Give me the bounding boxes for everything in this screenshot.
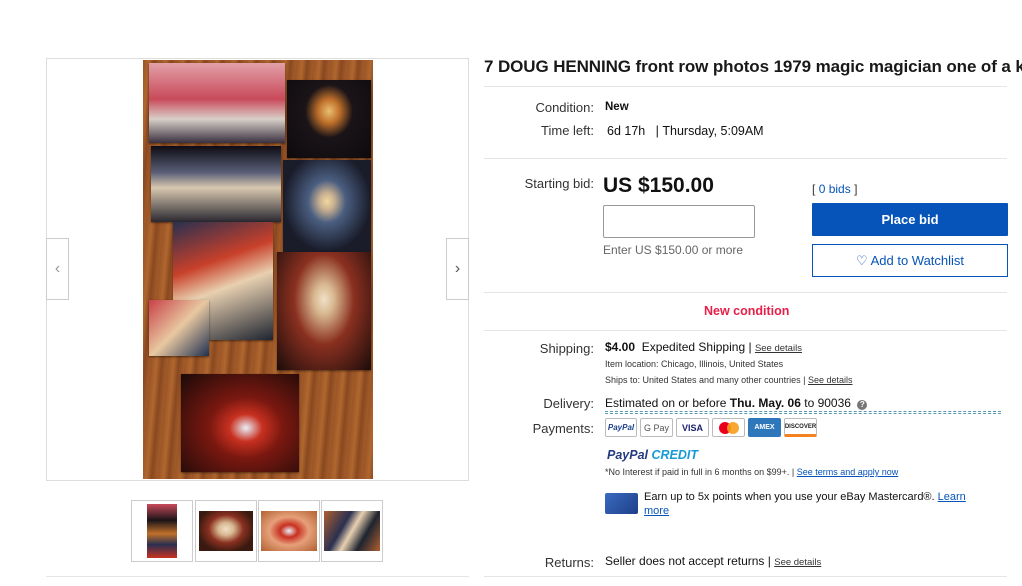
bid-hint: Enter US $150.00 or more [603, 243, 744, 257]
thumbnail-4[interactable] [321, 500, 383, 562]
paypal-logo: PayPal [605, 418, 637, 437]
delivery-date: Thu. May. 06 [729, 396, 801, 410]
divider [484, 158, 1007, 159]
mastercard-promo: Earn up to 5x points when you use your e… [644, 490, 994, 505]
thumbnail-3[interactable] [258, 500, 320, 562]
bid-count: [ 0 bids ] [812, 182, 857, 196]
bid-count-link[interactable]: 0 bids [819, 182, 851, 196]
place-bid-button[interactable]: Place bid [812, 203, 1008, 236]
ships-to: Ships to: United States and many other c… [605, 375, 853, 385]
mastercard-logo [712, 418, 745, 437]
paypal-credit-logo: PayPal CREDIT [607, 448, 698, 462]
shipping-see-details-link[interactable]: See details [755, 343, 802, 354]
discover-logo: DISCOVER [784, 418, 817, 437]
ships-to-text: Ships to: United States and many other c… [605, 375, 801, 385]
bid-amount-input[interactable] [603, 205, 755, 238]
time-left-separator: | [655, 124, 659, 138]
add-to-watchlist-button[interactable]: ♡ Add to Watchlist [812, 244, 1008, 277]
ships-to-separator: | [803, 375, 806, 385]
learn-more-link-cont[interactable]: more [644, 505, 669, 517]
chevron-left-icon: ‹ [54, 260, 61, 277]
visa-logo: VISA [676, 418, 709, 437]
see-terms-link[interactable]: See terms and apply now [797, 467, 899, 477]
delivery-suffix: to 90036 [804, 396, 851, 410]
divider [484, 330, 1007, 331]
bottom-divider [46, 576, 469, 577]
returns-separator: | [767, 554, 771, 568]
delivery-prefix: Estimated on or before [605, 396, 727, 410]
delivery-underline [605, 413, 1001, 414]
shipping-method: Expedited Shipping [641, 340, 746, 354]
time-left-end: Thursday, 5:09AM [662, 124, 764, 138]
divider [484, 86, 1007, 87]
condition-value: New [605, 101, 629, 113]
mastercard-icon [718, 421, 739, 434]
ships-to-see-details-link[interactable]: See details [808, 375, 853, 385]
delivery-value: Estimated on or before Thu. May. 06 to 9… [605, 396, 1001, 412]
shipping-cost: $4.00 [605, 340, 636, 354]
google-pay-logo: G Pay [640, 418, 673, 437]
paypal-credit-brand: PayPal [607, 448, 649, 462]
time-left-label: Time left: [541, 123, 594, 138]
item-location: Item location: Chicago, Illinois, United… [605, 359, 784, 369]
watchlist-label: Add to Watchlist [870, 253, 965, 268]
learn-more-link[interactable]: Learn [938, 491, 966, 503]
starting-bid-price: US $150.00 [603, 174, 714, 197]
shipping-label: Shipping: [539, 341, 594, 356]
starting-bid-label: Starting bid: [524, 176, 594, 191]
shipping-separator: | [748, 340, 752, 354]
chevron-right-icon: › [454, 260, 461, 277]
time-left-value: 6d 17h | Thursday, 5:09AM [607, 124, 764, 138]
returns-label: Returns: [544, 555, 594, 570]
returns-see-details-link[interactable]: See details [774, 557, 821, 568]
main-product-image[interactable] [143, 60, 373, 479]
credit-note-text: *No Interest if paid in full in 6 months… [605, 467, 790, 477]
amex-logo: AMEX [748, 418, 781, 437]
returns-value: Seller does not accept returns | See det… [605, 554, 821, 568]
bottom-divider [484, 576, 1007, 577]
time-left-duration: 6d 17h [607, 124, 646, 138]
bid-count-open: [ [812, 182, 816, 196]
divider [484, 292, 1007, 293]
payments-label: Payments: [532, 421, 594, 436]
listing-title: 7 DOUG HENNING front row photos 1979 mag… [484, 57, 1022, 76]
heart-icon: ♡ [855, 252, 868, 268]
gallery-prev-button[interactable]: ‹ [46, 238, 69, 300]
condition-label: Condition: [535, 100, 594, 115]
mastercard-promo-text: Earn up to 5x points when you use your e… [644, 491, 935, 503]
returns-text: Seller does not accept returns [605, 554, 765, 568]
gallery-next-button[interactable]: › [446, 238, 469, 300]
thumbnail-2[interactable] [195, 500, 257, 562]
shipping-value: $4.00 Expedited Shipping | See details [605, 340, 802, 354]
credit-note: *No Interest if paid in full in 6 months… [605, 467, 898, 477]
thumbnail-1[interactable] [131, 500, 193, 562]
delivery-label: Delivery: [543, 396, 594, 411]
mastercard-card-icon [605, 493, 638, 514]
condition-notice: New condition [704, 304, 790, 318]
credit-separator: | [791, 467, 795, 477]
bid-count-close: ] [854, 182, 858, 196]
help-icon[interactable]: ? [857, 400, 868, 410]
paypal-credit-word: CREDIT [651, 448, 699, 462]
